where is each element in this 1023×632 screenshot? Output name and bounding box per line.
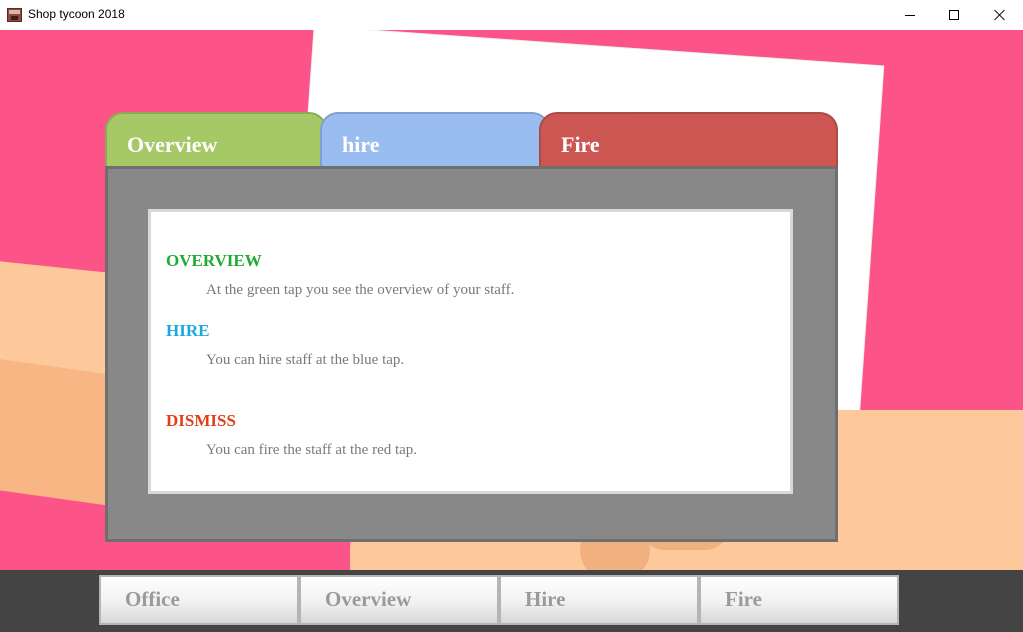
window-title: Shop tycoon 2018 <box>28 7 125 21</box>
app-icon <box>7 8 22 22</box>
overview-button[interactable]: Overview <box>299 575 499 625</box>
tab-overview[interactable]: Overview <box>105 112 327 168</box>
hire-heading: HIRE <box>166 321 210 340</box>
overview-description: At the green tap you see the overview of… <box>206 282 515 298</box>
tab-hire[interactable]: hire <box>320 112 550 168</box>
staff-panel: Overview hire Fire OVERVIEW At the green… <box>105 112 838 542</box>
dismiss-heading: DISMISS <box>166 411 236 430</box>
maximize-icon <box>949 10 959 20</box>
window-titlebar: Shop tycoon 2018 <box>0 0 1023 30</box>
game-scene: Overview hire Fire OVERVIEW At the green… <box>0 30 1023 570</box>
close-icon <box>994 9 1006 21</box>
close-button[interactable] <box>977 0 1023 30</box>
hire-description: You can hire staff at the blue tap. <box>206 352 405 368</box>
dismiss-description: You can fire the staff at the red tap. <box>206 442 418 458</box>
panel-body: OVERVIEW At the green tap you see the ov… <box>105 166 838 542</box>
bottom-nav-bar: Office Overview Hire Fire <box>0 570 1023 632</box>
office-button[interactable]: Office <box>99 575 299 625</box>
minimize-button[interactable] <box>887 0 933 30</box>
minimize-icon <box>905 14 915 16</box>
fire-button[interactable]: Fire <box>699 575 899 625</box>
maximize-button[interactable] <box>931 0 977 30</box>
hire-button[interactable]: Hire <box>499 575 699 625</box>
tab-fire[interactable]: Fire <box>539 112 838 168</box>
help-content: OVERVIEW At the green tap you see the ov… <box>148 209 793 494</box>
overview-heading: OVERVIEW <box>166 251 262 270</box>
